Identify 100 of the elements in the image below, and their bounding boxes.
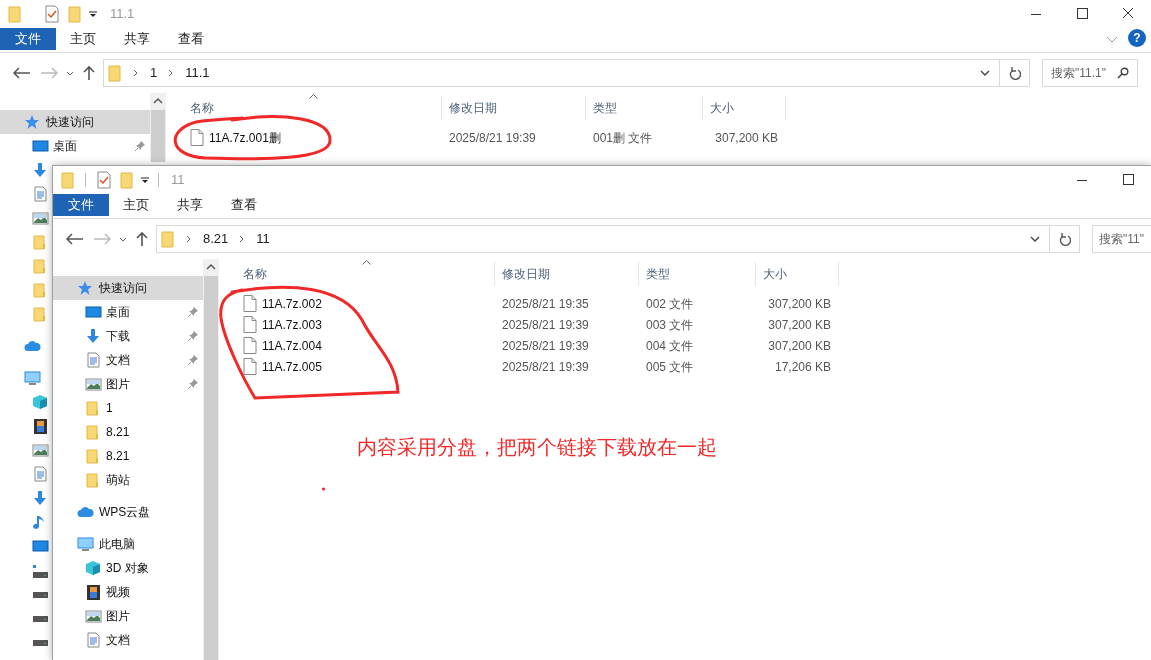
file-name[interactable]: 11A.7z.001删	[209, 128, 281, 147]
column-header[interactable]: 修改日期	[442, 96, 586, 120]
drive-icon	[33, 616, 48, 622]
nav-item[interactable]: 8.21	[53, 444, 203, 468]
pin-icon[interactable]	[187, 330, 199, 342]
nav-item[interactable]: 图片	[53, 604, 203, 628]
dot-mark	[321, 487, 326, 491]
annotation-text: 内容采用分盘，把两个链接下载放在一起	[357, 435, 717, 460]
back-icon[interactable]	[10, 65, 32, 81]
column-header[interactable]: 名称	[219, 262, 495, 286]
back-icon[interactable]	[63, 231, 85, 247]
nav-item[interactable]: 桌面	[53, 300, 203, 324]
dropdown-icon[interactable]	[1029, 234, 1041, 244]
monitor-icon	[32, 538, 49, 554]
column-header[interactable]: 修改日期	[495, 262, 639, 286]
file-name[interactable]: 11A.7z.005	[262, 357, 322, 376]
breadcrumb-item[interactable]: 11	[256, 229, 270, 249]
dropdown-icon[interactable]	[979, 68, 991, 78]
cube-icon	[32, 394, 49, 410]
up-icon[interactable]	[81, 65, 97, 81]
drive-icon	[33, 640, 48, 646]
column-header[interactable]: 名称	[166, 96, 442, 120]
file-type: 005 文件	[645, 358, 695, 376]
column-header[interactable]: 类型	[639, 262, 756, 286]
ribbon-tab[interactable]: 共享	[110, 28, 164, 50]
breadcrumb-item[interactable]: 11.1	[185, 63, 210, 83]
nav-item[interactable]: 快速访问	[0, 110, 150, 134]
refresh-icon	[1058, 232, 1071, 246]
window-title: 11	[171, 171, 185, 190]
pin-icon[interactable]	[134, 140, 146, 152]
chevron-icon	[185, 234, 193, 244]
file-date: 2025/8/21 19:39	[501, 316, 590, 334]
nav-item[interactable]: 1	[53, 396, 203, 420]
help-button[interactable]: ?	[1128, 29, 1146, 47]
scroll-thumb[interactable]	[204, 276, 218, 660]
ribbon-tab[interactable]: 主页	[109, 194, 163, 216]
nav-item[interactable]: 此电脑	[53, 532, 203, 556]
file-name[interactable]: 11A.7z.002	[262, 294, 322, 313]
properties-icon[interactable]	[44, 5, 60, 23]
ribbon-tab[interactable]: 查看	[164, 28, 218, 50]
nav-item[interactable]: 桌面	[0, 134, 150, 158]
properties-icon[interactable]	[96, 171, 112, 189]
up-icon[interactable]	[134, 231, 150, 247]
nav-item[interactable]: 萌站	[53, 468, 203, 492]
nav-item[interactable]: WPS云盘	[53, 500, 203, 524]
file-size: 17,206 KB	[773, 358, 832, 376]
ribbon-tab[interactable]: 共享	[163, 194, 217, 216]
search-field[interactable]: 搜索"11.1"	[1042, 59, 1138, 87]
document-icon	[85, 632, 102, 648]
picture-icon	[85, 376, 102, 392]
nav-item[interactable]: 3D 对象	[53, 556, 203, 580]
breadcrumb-item[interactable]: 8.21	[203, 229, 229, 249]
file-size: 307,200 KB	[767, 316, 832, 334]
folder-icon	[161, 230, 175, 248]
column-header[interactable]: 类型	[586, 96, 703, 120]
file-icon	[243, 358, 257, 375]
chevron-icon	[132, 68, 140, 78]
nav-item[interactable]: 视频	[53, 580, 203, 604]
refresh-button[interactable]	[1050, 225, 1080, 253]
nav-item[interactable]: 快速访问	[53, 276, 203, 300]
refresh-button[interactable]	[1000, 59, 1030, 87]
file-date: 2025/8/21 19:35	[501, 295, 590, 313]
column-header[interactable]: 大小	[756, 262, 839, 286]
nav-item[interactable]: 8.21	[53, 420, 203, 444]
file-icon	[243, 337, 257, 354]
picture-icon	[85, 608, 102, 624]
nav-item[interactable]: 图片	[53, 372, 203, 396]
search-field[interactable]: 搜索"11"	[1092, 225, 1151, 253]
column-header[interactable]: 大小	[703, 96, 786, 120]
picture-icon	[32, 210, 49, 226]
ribbon-tab[interactable]: 文件	[53, 194, 109, 216]
down-arrow-icon	[32, 162, 49, 178]
nav-item[interactable]: 下载	[53, 324, 203, 348]
file-name[interactable]: 11A.7z.004	[262, 336, 322, 355]
ribbon-tab[interactable]: 主页	[56, 28, 110, 50]
film-icon	[32, 418, 49, 434]
ribbon-tab[interactable]: 查看	[217, 194, 271, 216]
breadcrumb-item[interactable]: 1	[150, 63, 158, 83]
pin-icon[interactable]	[187, 378, 199, 390]
nav-item[interactable]: 文档	[53, 628, 203, 652]
drive-icon	[33, 592, 48, 598]
file-type: 003 文件	[645, 316, 695, 334]
file-name[interactable]: 11A.7z.003	[262, 315, 322, 334]
file-size: 307,200 KB	[767, 295, 832, 313]
film-icon	[85, 584, 102, 600]
scroll-thumb[interactable]	[151, 110, 165, 162]
file-icon	[243, 316, 257, 333]
nav-item[interactable]: 文档	[53, 348, 203, 372]
ribbon-tab[interactable]: 文件	[0, 28, 56, 50]
cloud-icon	[77, 504, 94, 520]
dropdown-icon[interactable]	[88, 9, 98, 19]
pin-icon[interactable]	[187, 306, 199, 318]
pin-icon[interactable]	[187, 354, 199, 366]
address-bar[interactable]: 8.21 11	[156, 225, 1050, 253]
dropdown-icon[interactable]	[140, 175, 150, 185]
refresh-icon	[1008, 66, 1021, 80]
down-arrow-icon	[85, 328, 102, 344]
search-icon	[1117, 67, 1129, 79]
file-type: 004 文件	[645, 337, 695, 355]
address-bar[interactable]: 1 11.1	[103, 59, 1000, 87]
